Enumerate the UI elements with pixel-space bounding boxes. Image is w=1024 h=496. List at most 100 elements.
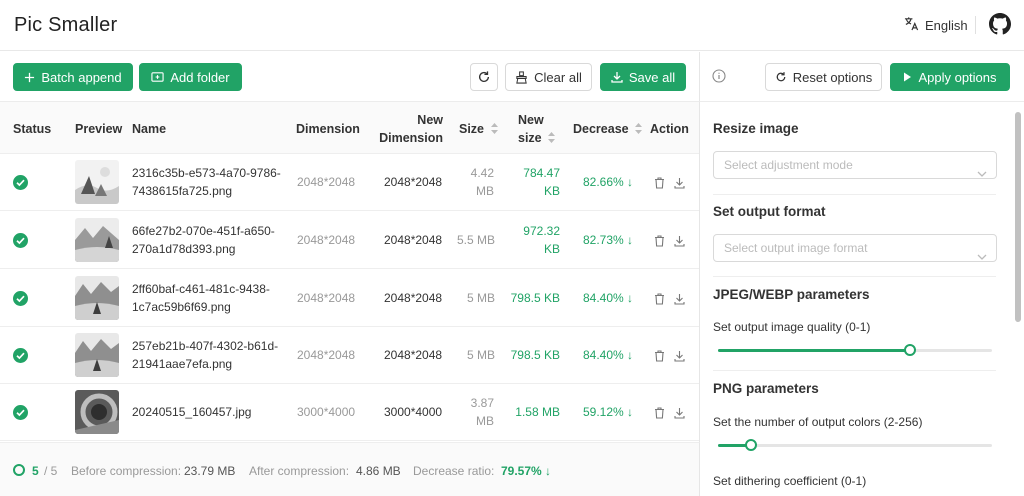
- colors-slider-handle[interactable]: [744, 439, 757, 451]
- progress-ring-icon: [13, 464, 25, 476]
- delete-icon[interactable]: [654, 406, 665, 424]
- plus-icon: [24, 72, 35, 83]
- table-header: Status Preview Name Dimension New Dimens…: [0, 102, 699, 154]
- delete-icon[interactable]: [654, 349, 665, 367]
- section-divider: [713, 194, 996, 195]
- quality-slider-handle[interactable]: [903, 344, 916, 356]
- done-count: 5: [32, 464, 39, 478]
- apply-options-button[interactable]: Apply options: [890, 63, 1010, 91]
- new-dimension: 3000*4000: [384, 405, 443, 419]
- col-decrease-label: Decrease: [573, 122, 629, 136]
- dimension: 2048*2048: [297, 233, 356, 247]
- language-switch[interactable]: English: [904, 16, 968, 34]
- preview-thumbnail[interactable]: [75, 218, 119, 262]
- github-icon[interactable]: [989, 13, 1011, 35]
- col-preview: Preview: [75, 122, 123, 136]
- reset-options-button[interactable]: Reset options: [765, 63, 882, 91]
- save-all-button[interactable]: Save all: [600, 63, 686, 91]
- file-name: 66fe27b2-070e-451f-a650-270a1d78d393.png: [132, 224, 275, 256]
- sort-icon: [635, 121, 643, 139]
- colors-slider[interactable]: [718, 439, 992, 451]
- download-icon[interactable]: [674, 406, 685, 424]
- sort-icon: [548, 130, 556, 148]
- col-status: Status: [13, 122, 52, 136]
- refresh-icon: [477, 70, 491, 84]
- table-row: 257eb21b-407f-4302-b61d-21941aae7efa.png…: [0, 327, 699, 384]
- ratio-value: 79.57% ↓: [501, 464, 551, 478]
- dither-label: Set dithering coefficient (0-1): [713, 474, 867, 488]
- section-divider: [713, 370, 996, 371]
- app-window: Pic Smaller English Batch append Add fol…: [0, 0, 1024, 496]
- output-format-select[interactable]: Select output image format: [713, 234, 997, 262]
- reset-options-label: Reset options: [792, 69, 873, 85]
- download-icon[interactable]: [674, 349, 685, 367]
- add-folder-label: Add folder: [170, 69, 230, 85]
- colors-label: Set the number of output colors (2-256): [713, 415, 923, 429]
- header: Pic Smaller English: [0, 0, 1024, 51]
- delete-icon[interactable]: [654, 176, 665, 194]
- decrease: 84.40% ↓: [583, 346, 633, 364]
- decrease-value: 82.66%: [583, 175, 624, 189]
- delete-icon[interactable]: [654, 292, 665, 310]
- scrollbar-thumb[interactable]: [1015, 112, 1021, 322]
- decrease: 82.73% ↓: [583, 231, 633, 249]
- dimension: 2048*2048: [297, 291, 356, 305]
- image-table: Status Preview Name Dimension New Dimens…: [0, 102, 700, 442]
- before-label: Before compression:: [71, 464, 182, 478]
- table-row: 2316c35b-e573-4a70-9786-7438615fa725.png…: [0, 154, 699, 211]
- chevron-down-icon: [977, 161, 987, 187]
- size: 5 MB: [466, 348, 495, 362]
- refresh-button[interactable]: [470, 63, 498, 91]
- quality-slider[interactable]: [718, 344, 992, 356]
- info-icon[interactable]: [712, 69, 726, 88]
- chevron-down-icon: [977, 244, 987, 270]
- output-format-placeholder: Select output image format: [724, 241, 868, 255]
- arrow-down-icon: ↓: [627, 405, 634, 419]
- delete-icon[interactable]: [654, 234, 665, 252]
- col-action: Action: [650, 122, 689, 136]
- decrease: 59.12% ↓: [583, 403, 633, 421]
- arrow-down-icon: ↓: [627, 291, 634, 305]
- dimension: 3000*4000: [297, 405, 356, 419]
- folder-add-icon: [151, 71, 164, 83]
- preview-thumbnail[interactable]: [75, 390, 119, 434]
- decrease: 82.66% ↓: [583, 173, 633, 191]
- clear-all-button[interactable]: Clear all: [505, 63, 592, 91]
- check-circle-icon: [13, 175, 28, 190]
- quality-slider-fill: [718, 349, 910, 352]
- col-new-size[interactable]: New size: [518, 111, 566, 148]
- col-decrease[interactable]: Decrease: [573, 120, 643, 139]
- reset-icon: [775, 71, 787, 83]
- decrease-value: 84.40%: [583, 348, 624, 362]
- save-all-label: Save all: [628, 69, 676, 85]
- download-icon[interactable]: [674, 176, 685, 194]
- table-row: 2ff60baf-c461-481c-9438-1c7ac59b6f69.png…: [0, 270, 699, 327]
- add-folder-button[interactable]: Add folder: [139, 63, 242, 91]
- download-icon[interactable]: [674, 292, 685, 310]
- sort-icon: [490, 121, 498, 139]
- panel-scrollbar[interactable]: [1014, 102, 1022, 496]
- preview-thumbnail[interactable]: [75, 160, 119, 204]
- new-dimension: 2048*2048: [384, 175, 443, 189]
- before-value: 23.79 MB: [184, 464, 236, 478]
- preview-thumbnail[interactable]: [75, 333, 119, 377]
- total-count: / 5: [44, 464, 58, 478]
- resize-mode-select[interactable]: Select adjustment mode: [713, 151, 997, 179]
- decrease: 84.40% ↓: [583, 289, 633, 307]
- download-icon[interactable]: [674, 234, 685, 252]
- col-new-dimension: New Dimension: [379, 113, 443, 145]
- toolbar: Batch append Add folder Clear all Save a…: [0, 52, 700, 102]
- resize-title: Resize image: [713, 121, 799, 136]
- col-size[interactable]: Size: [459, 120, 498, 139]
- batch-append-button[interactable]: Batch append: [13, 63, 133, 91]
- preview-thumbnail[interactable]: [75, 276, 119, 320]
- quality-label: Set output image quality (0-1): [713, 320, 871, 334]
- size: 5.5 MB: [456, 233, 495, 247]
- col-dimension: Dimension: [296, 122, 360, 136]
- new-size: 784.47 KB: [523, 166, 560, 198]
- decrease-value: 59.12%: [583, 405, 624, 419]
- table-row: 66fe27b2-070e-451f-a650-270a1d78d393.png…: [0, 212, 699, 269]
- arrow-down-icon: ↓: [627, 233, 634, 247]
- file-name: 257eb21b-407f-4302-b61d-21941aae7efa.png: [132, 339, 279, 371]
- ratio-value-text: 79.57%: [501, 464, 542, 478]
